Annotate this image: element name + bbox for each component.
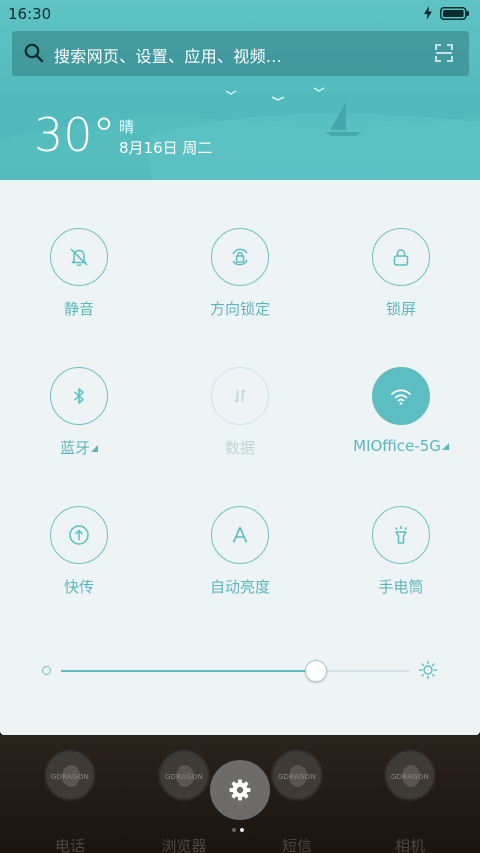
toggle-rotation-lock-label: 方向锁定 (209, 300, 270, 318)
battery-icon (440, 7, 469, 20)
scan-icon[interactable] (435, 44, 453, 62)
toggle-auto-brightness[interactable]: 自动亮度 (175, 506, 305, 616)
toggle-flashlight[interactable]: 手电筒 (336, 506, 466, 616)
toggle-wifi[interactable]: MIOffice-5G (336, 367, 466, 477)
dock-app-label: 浏览器 (161, 837, 207, 853)
dock-app-phone[interactable]: GDRAGON 电话 (22, 749, 118, 853)
toggle-flashlight-label: 手电筒 (378, 578, 424, 596)
status-time: 16:30 (8, 5, 52, 23)
toggle-auto-brightness-button[interactable] (211, 506, 269, 564)
toggle-bluetooth-button[interactable] (50, 367, 108, 425)
toggle-mute[interactable]: 静音 (14, 228, 144, 338)
brightness-thumb[interactable] (304, 660, 327, 682)
flashlight-icon (394, 526, 408, 544)
app-icon: GDRAGON (44, 749, 96, 801)
toggle-wifi-button[interactable] (372, 367, 430, 425)
bluetooth-icon (74, 388, 84, 404)
toggle-quick-transfer-label: 快传 (63, 578, 94, 596)
weather-date: 8月16日 周二 (119, 139, 213, 157)
toggle-rotation-lock[interactable]: 方向锁定 (175, 228, 305, 338)
app-icon: GDRAGON (384, 749, 436, 801)
charging-bolt-icon (424, 6, 432, 20)
quick-transfer-icon (69, 525, 89, 545)
weather-condition: 晴 (119, 118, 135, 136)
app-icon: GDRAGON (158, 749, 210, 801)
toggle-auto-brightness-label: 自动亮度 (209, 578, 270, 596)
toggle-quick-transfer-button[interactable] (50, 506, 108, 564)
gear-icon (229, 779, 251, 801)
toggle-mute-button[interactable] (50, 228, 108, 286)
more-options-indicator (441, 443, 449, 450)
brightness-track[interactable] (61, 660, 410, 682)
quick-settings-panel: 静音 方向锁定 锁屏 蓝牙 数据 MIOffice-5G 快传 自动亮度 手电筒 (0, 180, 480, 735)
toggle-mobile-data-label: 数据 (224, 439, 255, 457)
toggle-lock-screen-label: 锁屏 (385, 300, 416, 318)
toggle-mute-label: 静音 (63, 300, 94, 318)
toggle-flashlight-button[interactable] (372, 506, 430, 564)
settings-button[interactable] (210, 760, 270, 820)
lock-icon (393, 249, 409, 266)
dock-app-label: 相机 (394, 837, 425, 853)
brightness-slider[interactable] (40, 655, 440, 685)
toggle-lock-screen[interactable]: 锁屏 (336, 228, 466, 338)
toggle-bluetooth[interactable]: 蓝牙 (14, 367, 144, 477)
notification-header: 16:30 搜索网页、设置、应用、视频... 30° 晴 8月16日 周二 (0, 0, 480, 180)
search-icon (24, 43, 44, 63)
toggle-rotation-lock-button[interactable] (211, 228, 269, 286)
page-dot (240, 828, 244, 832)
toggle-bluetooth-label: 蓝牙 (14, 437, 144, 458)
bell-off-icon (70, 248, 88, 267)
auto-brightness-icon (232, 526, 248, 543)
app-icon: GDRAGON (271, 749, 323, 801)
wifi-icon (391, 389, 411, 405)
search-bar[interactable]: 搜索网页、设置、应用、视频... (12, 31, 469, 76)
toggle-mobile-data[interactable]: 数据 (175, 367, 305, 477)
toggle-quick-transfer[interactable]: 快传 (14, 506, 144, 616)
mobile-data-icon (234, 389, 246, 403)
dock-app-camera[interactable]: GDRAGON 相机 (362, 749, 458, 853)
rotation-lock-icon (232, 248, 248, 266)
brightness-min-icon (42, 666, 51, 675)
toggle-mobile-data-button[interactable] (211, 367, 269, 425)
more-options-indicator (91, 445, 98, 452)
toggle-wifi-label: MIOffice-5G (336, 437, 466, 455)
status-bar: 16:30 (0, 0, 480, 28)
dock-app-label: 短信 (281, 837, 312, 853)
page-indicator (232, 828, 248, 834)
sun-icon (418, 660, 438, 680)
dock-app-label: 电话 (54, 837, 85, 853)
page-dot (232, 828, 236, 832)
weather-temperature: 30° (34, 108, 116, 162)
search-placeholder: 搜索网页、设置、应用、视频... (54, 47, 283, 66)
toggle-lock-screen-button[interactable] (372, 228, 430, 286)
brightness-fill (61, 670, 316, 672)
